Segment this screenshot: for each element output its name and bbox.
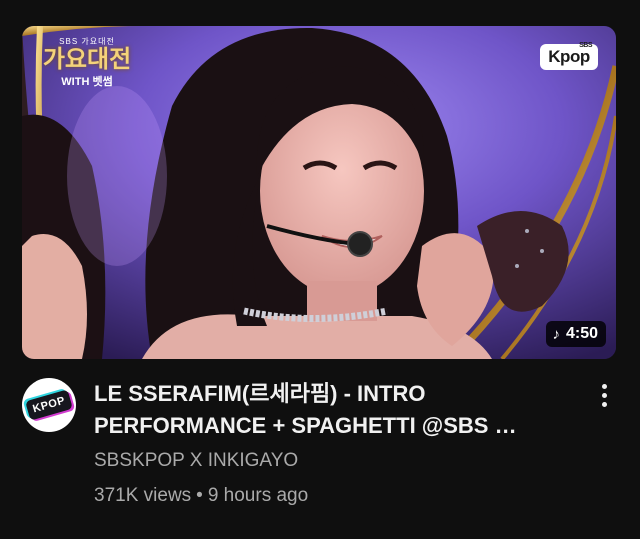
video-card[interactable]: SBS 가요대전 가요대전 WITH 벳썸 SBS Kpop ♪ 4:50 KP… bbox=[0, 0, 640, 539]
channel-avatar[interactable]: KPOP bbox=[22, 378, 76, 432]
video-meta: LE SSERAFIM(르세라핌) - INTRO PERFORMANCE + … bbox=[94, 378, 574, 508]
avatar-logo: KPOP bbox=[25, 389, 73, 421]
video-stats: 371K views • 9 hours ago bbox=[94, 484, 574, 508]
show-logo: SBS 가요대전 가요대전 WITH 벳썸 bbox=[32, 36, 142, 102]
separator-dot: • bbox=[196, 485, 203, 506]
show-logo-main: 가요대전 bbox=[42, 46, 132, 73]
menu-dot bbox=[601, 383, 607, 389]
watermark-small-text: SBS bbox=[579, 42, 592, 49]
menu-dot bbox=[601, 401, 607, 407]
duration-badge: ♪ 4:50 bbox=[546, 321, 606, 347]
music-note-icon: ♪ bbox=[552, 325, 560, 343]
view-count: 371K views bbox=[94, 485, 192, 506]
video-title[interactable]: LE SSERAFIM(르세라핌) - INTRO PERFORMANCE + … bbox=[94, 378, 574, 442]
menu-dot bbox=[601, 392, 607, 398]
duration-text: 4:50 bbox=[565, 325, 598, 342]
show-logo-sub: WITH 벳썸 bbox=[61, 76, 113, 88]
more-vertical-icon[interactable] bbox=[592, 380, 616, 410]
channel-watermark-logo: SBS Kpop bbox=[540, 42, 598, 70]
video-title-line-2: PERFORMANCE + SPAGHETTI @SBS … bbox=[94, 413, 517, 438]
channel-name[interactable]: SBSKPOP X INKIGAYO bbox=[94, 449, 574, 473]
video-thumbnail[interactable]: SBS 가요대전 가요대전 WITH 벳썸 SBS Kpop ♪ 4:50 bbox=[22, 26, 616, 359]
video-title-line-1: LE SSERAFIM(르세라핌) - INTRO bbox=[94, 381, 426, 406]
upload-age: 9 hours ago bbox=[207, 485, 309, 506]
